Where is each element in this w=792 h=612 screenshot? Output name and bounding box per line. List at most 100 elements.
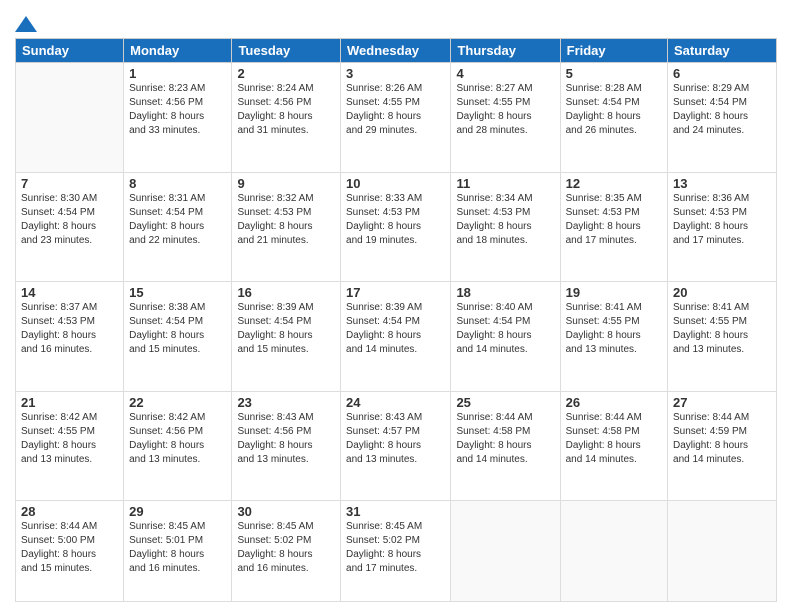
day-number: 13 — [673, 176, 771, 191]
calendar-cell: 2Sunrise: 8:24 AMSunset: 4:56 PMDaylight… — [232, 63, 341, 173]
calendar-cell: 24Sunrise: 8:43 AMSunset: 4:57 PMDayligh… — [341, 391, 451, 501]
day-number: 16 — [237, 285, 335, 300]
calendar-cell: 3Sunrise: 8:26 AMSunset: 4:55 PMDaylight… — [341, 63, 451, 173]
calendar-cell: 27Sunrise: 8:44 AMSunset: 4:59 PMDayligh… — [668, 391, 777, 501]
header-thursday: Thursday — [451, 39, 560, 63]
day-number: 9 — [237, 176, 335, 191]
day-info: Sunrise: 8:41 AMSunset: 4:55 PMDaylight:… — [673, 301, 771, 357]
day-number: 27 — [673, 395, 771, 410]
day-number: 12 — [566, 176, 662, 191]
calendar-cell: 4Sunrise: 8:27 AMSunset: 4:55 PMDaylight… — [451, 63, 560, 173]
calendar-cell: 22Sunrise: 8:42 AMSunset: 4:56 PMDayligh… — [124, 391, 232, 501]
calendar-cell: 26Sunrise: 8:44 AMSunset: 4:58 PMDayligh… — [560, 391, 667, 501]
calendar-cell: 13Sunrise: 8:36 AMSunset: 4:53 PMDayligh… — [668, 172, 777, 282]
calendar-cell: 15Sunrise: 8:38 AMSunset: 4:54 PMDayligh… — [124, 282, 232, 392]
day-info: Sunrise: 8:42 AMSunset: 4:56 PMDaylight:… — [129, 411, 226, 467]
day-number: 1 — [129, 66, 226, 81]
header-saturday: Saturday — [668, 39, 777, 63]
day-number: 5 — [566, 66, 662, 81]
day-number: 7 — [21, 176, 118, 191]
day-info: Sunrise: 8:33 AMSunset: 4:53 PMDaylight:… — [346, 192, 445, 248]
calendar-cell: 21Sunrise: 8:42 AMSunset: 4:55 PMDayligh… — [16, 391, 124, 501]
day-info: Sunrise: 8:44 AMSunset: 5:00 PMDaylight:… — [21, 520, 118, 576]
day-number: 23 — [237, 395, 335, 410]
calendar-header-row: Sunday Monday Tuesday Wednesday Thursday… — [16, 39, 777, 63]
day-number: 21 — [21, 395, 118, 410]
header-tuesday: Tuesday — [232, 39, 341, 63]
calendar-cell — [668, 501, 777, 602]
calendar-cell — [451, 501, 560, 602]
calendar-table: Sunday Monday Tuesday Wednesday Thursday… — [15, 38, 777, 602]
day-number: 2 — [237, 66, 335, 81]
day-number: 24 — [346, 395, 445, 410]
calendar-cell: 7Sunrise: 8:30 AMSunset: 4:54 PMDaylight… — [16, 172, 124, 282]
day-number: 6 — [673, 66, 771, 81]
day-number: 11 — [456, 176, 554, 191]
day-number: 15 — [129, 285, 226, 300]
day-number: 30 — [237, 504, 335, 519]
calendar-cell: 16Sunrise: 8:39 AMSunset: 4:54 PMDayligh… — [232, 282, 341, 392]
day-info: Sunrise: 8:39 AMSunset: 4:54 PMDaylight:… — [346, 301, 445, 357]
logo-icon — [15, 14, 37, 32]
calendar-cell — [16, 63, 124, 173]
day-info: Sunrise: 8:43 AMSunset: 4:56 PMDaylight:… — [237, 411, 335, 467]
day-number: 14 — [21, 285, 118, 300]
header-sunday: Sunday — [16, 39, 124, 63]
day-info: Sunrise: 8:44 AMSunset: 4:58 PMDaylight:… — [566, 411, 662, 467]
day-info: Sunrise: 8:42 AMSunset: 4:55 PMDaylight:… — [21, 411, 118, 467]
day-info: Sunrise: 8:37 AMSunset: 4:53 PMDaylight:… — [21, 301, 118, 357]
calendar-cell: 20Sunrise: 8:41 AMSunset: 4:55 PMDayligh… — [668, 282, 777, 392]
day-info: Sunrise: 8:40 AMSunset: 4:54 PMDaylight:… — [456, 301, 554, 357]
day-number: 25 — [456, 395, 554, 410]
day-info: Sunrise: 8:41 AMSunset: 4:55 PMDaylight:… — [566, 301, 662, 357]
calendar-cell: 25Sunrise: 8:44 AMSunset: 4:58 PMDayligh… — [451, 391, 560, 501]
calendar-cell: 17Sunrise: 8:39 AMSunset: 4:54 PMDayligh… — [341, 282, 451, 392]
day-info: Sunrise: 8:44 AMSunset: 4:58 PMDaylight:… — [456, 411, 554, 467]
day-info: Sunrise: 8:26 AMSunset: 4:55 PMDaylight:… — [346, 82, 445, 138]
day-info: Sunrise: 8:27 AMSunset: 4:55 PMDaylight:… — [456, 82, 554, 138]
day-info: Sunrise: 8:45 AMSunset: 5:02 PMDaylight:… — [237, 520, 335, 576]
day-number: 18 — [456, 285, 554, 300]
day-number: 10 — [346, 176, 445, 191]
day-number: 20 — [673, 285, 771, 300]
day-info: Sunrise: 8:32 AMSunset: 4:53 PMDaylight:… — [237, 192, 335, 248]
calendar-cell: 6Sunrise: 8:29 AMSunset: 4:54 PMDaylight… — [668, 63, 777, 173]
calendar-cell: 30Sunrise: 8:45 AMSunset: 5:02 PMDayligh… — [232, 501, 341, 602]
day-info: Sunrise: 8:29 AMSunset: 4:54 PMDaylight:… — [673, 82, 771, 138]
day-info: Sunrise: 8:31 AMSunset: 4:54 PMDaylight:… — [129, 192, 226, 248]
calendar-cell: 1Sunrise: 8:23 AMSunset: 4:56 PMDaylight… — [124, 63, 232, 173]
calendar-cell: 29Sunrise: 8:45 AMSunset: 5:01 PMDayligh… — [124, 501, 232, 602]
day-number: 31 — [346, 504, 445, 519]
calendar-cell: 31Sunrise: 8:45 AMSunset: 5:02 PMDayligh… — [341, 501, 451, 602]
calendar-cell: 8Sunrise: 8:31 AMSunset: 4:54 PMDaylight… — [124, 172, 232, 282]
day-info: Sunrise: 8:45 AMSunset: 5:02 PMDaylight:… — [346, 520, 445, 576]
calendar-cell: 28Sunrise: 8:44 AMSunset: 5:00 PMDayligh… — [16, 501, 124, 602]
day-info: Sunrise: 8:44 AMSunset: 4:59 PMDaylight:… — [673, 411, 771, 467]
calendar-cell: 19Sunrise: 8:41 AMSunset: 4:55 PMDayligh… — [560, 282, 667, 392]
page-header — [15, 10, 777, 32]
calendar-cell: 12Sunrise: 8:35 AMSunset: 4:53 PMDayligh… — [560, 172, 667, 282]
day-number: 4 — [456, 66, 554, 81]
calendar-cell: 5Sunrise: 8:28 AMSunset: 4:54 PMDaylight… — [560, 63, 667, 173]
day-info: Sunrise: 8:28 AMSunset: 4:54 PMDaylight:… — [566, 82, 662, 138]
day-number: 3 — [346, 66, 445, 81]
header-friday: Friday — [560, 39, 667, 63]
day-info: Sunrise: 8:23 AMSunset: 4:56 PMDaylight:… — [129, 82, 226, 138]
day-info: Sunrise: 8:30 AMSunset: 4:54 PMDaylight:… — [21, 192, 118, 248]
day-info: Sunrise: 8:34 AMSunset: 4:53 PMDaylight:… — [456, 192, 554, 248]
logo — [15, 10, 37, 32]
day-info: Sunrise: 8:35 AMSunset: 4:53 PMDaylight:… — [566, 192, 662, 248]
day-info: Sunrise: 8:43 AMSunset: 4:57 PMDaylight:… — [346, 411, 445, 467]
day-number: 19 — [566, 285, 662, 300]
day-number: 28 — [21, 504, 118, 519]
header-wednesday: Wednesday — [341, 39, 451, 63]
calendar-cell: 9Sunrise: 8:32 AMSunset: 4:53 PMDaylight… — [232, 172, 341, 282]
calendar-cell: 23Sunrise: 8:43 AMSunset: 4:56 PMDayligh… — [232, 391, 341, 501]
day-number: 17 — [346, 285, 445, 300]
day-info: Sunrise: 8:36 AMSunset: 4:53 PMDaylight:… — [673, 192, 771, 248]
day-info: Sunrise: 8:39 AMSunset: 4:54 PMDaylight:… — [237, 301, 335, 357]
day-number: 29 — [129, 504, 226, 519]
calendar-cell: 11Sunrise: 8:34 AMSunset: 4:53 PMDayligh… — [451, 172, 560, 282]
day-number: 22 — [129, 395, 226, 410]
day-info: Sunrise: 8:38 AMSunset: 4:54 PMDaylight:… — [129, 301, 226, 357]
